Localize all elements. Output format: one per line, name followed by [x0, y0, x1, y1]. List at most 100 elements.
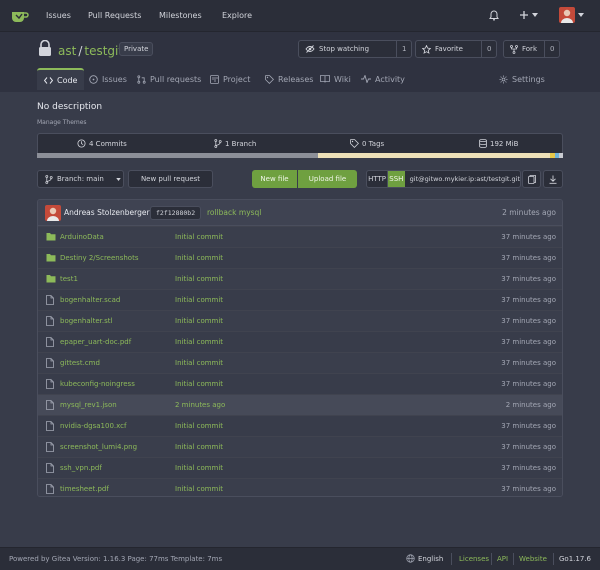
tab-code[interactable]: Code	[37, 68, 85, 90]
commit-message-link[interactable]: Initial commit	[175, 359, 223, 367]
new-file-label: New file	[260, 175, 289, 183]
commit-message-link[interactable]: Initial commit	[175, 443, 223, 451]
watch-button[interactable]: Stop watching 1	[298, 40, 413, 58]
bell-icon[interactable]	[489, 10, 499, 21]
http-button[interactable]: HTTP	[367, 171, 389, 187]
file-row[interactable]: kubeconfig-noingress Initial commit 37 min…	[38, 373, 562, 394]
file-row[interactable]: nvidia-dgsa100.xcf Initial commit 37 minut…	[38, 415, 562, 436]
commit-message-link[interactable]: Initial commit	[175, 464, 223, 472]
file-row[interactable]: mysql_rev1.json 2 minutes ago 2 minutes ag…	[38, 394, 562, 415]
nav-explore[interactable]: Explore	[222, 11, 252, 20]
chevron-down-icon[interactable]	[532, 13, 538, 17]
favorite-button[interactable]: Favorite 0	[415, 40, 498, 58]
file-name-link[interactable]: mysql_rev1.json	[60, 401, 117, 409]
favorite-label: Favorite	[435, 45, 463, 53]
commits-link[interactable]: 4 Commits	[77, 139, 127, 148]
tab-issues[interactable]: Issues	[82, 68, 134, 90]
file-name-link[interactable]: bogenhalter.stl	[60, 317, 112, 325]
tab-activity[interactable]: Activity	[354, 68, 412, 90]
chevron-down-icon[interactable]	[578, 13, 584, 17]
upload-file-button[interactable]: Upload file	[298, 170, 357, 188]
gitea-logo-icon[interactable]	[11, 9, 29, 23]
tab-code-label: Code	[57, 75, 78, 85]
file-row[interactable]: test1 Initial commit 37 minutes ago	[38, 268, 562, 289]
history-icon	[77, 139, 86, 148]
gear-icon	[499, 74, 508, 84]
nav-issues[interactable]: Issues	[46, 11, 71, 20]
file-row[interactable]: ArduinoData Initial commit 37 minutes ago	[38, 226, 562, 247]
file-name-link[interactable]: timesheet.pdf	[60, 485, 109, 493]
nav-milestones[interactable]: Milestones	[159, 11, 202, 20]
file-row[interactable]: Destiny 2/Screenshots Initial commit 37 mi…	[38, 247, 562, 268]
commit-message-link[interactable]: Initial commit	[175, 317, 223, 325]
branches-count: 1 Branch	[225, 139, 257, 148]
new-pull-request-button[interactable]: New pull request	[128, 170, 213, 188]
commit-message-link[interactable]: 2 minutes ago	[175, 401, 225, 409]
branches-link[interactable]: 1 Branch	[214, 139, 256, 148]
commit-message-link[interactable]: Initial commit	[175, 338, 223, 346]
footer-website-link[interactable]: Website	[519, 555, 547, 563]
footer-licenses-link[interactable]: Licenses	[459, 555, 489, 563]
repo-owner-link[interactable]: ast	[58, 44, 76, 58]
commit-message-link[interactable]: Initial commit	[175, 422, 223, 430]
commit-author[interactable]: Andreas Stolzenberger	[64, 208, 150, 217]
tab-releases[interactable]: Releases	[258, 68, 320, 90]
tab-project[interactable]: Project	[203, 68, 257, 90]
clone-url-input[interactable]: git@gitwo.mykier.ip:ast/testgit.git	[405, 175, 520, 183]
avatar[interactable]	[45, 205, 61, 221]
language-selector[interactable]: English	[418, 555, 443, 563]
file-name-link[interactable]: ssh_vpn.pdf	[60, 464, 102, 472]
file-name-link[interactable]: test1	[60, 275, 78, 283]
plus-icon[interactable]	[519, 10, 529, 20]
repo-name-link[interactable]: testgit	[84, 44, 123, 58]
file-row[interactable]: ssh_vpn.pdf Initial commit 37 minutes ago	[38, 457, 562, 478]
file-name-link[interactable]: gittest.cmd	[60, 359, 100, 367]
latest-commit-header: Andreas Stolzenberger f2f12880b2 rollbac…	[38, 200, 562, 226]
footer-go-version: Go1.17.6	[559, 555, 591, 563]
tab-settings[interactable]: Settings	[492, 68, 552, 90]
fork-button[interactable]: Fork 0	[503, 40, 561, 58]
file-row[interactable]: bogenhalter.stl Initial commit 37 minutes …	[38, 310, 562, 331]
commit-message-link[interactable]: Initial commit	[175, 296, 223, 304]
footer-api-link[interactable]: API	[497, 555, 508, 563]
file-row[interactable]: gittest.cmd Initial commit 37 minutes ago	[38, 352, 562, 373]
file-name-link[interactable]: epaper_uart-doc.pdf	[60, 338, 131, 346]
avatar[interactable]	[559, 7, 575, 23]
file-icon	[46, 463, 54, 473]
file-row[interactable]: screenshot_lumi4.png Initial commit 37 min…	[38, 436, 562, 457]
tab-wiki[interactable]: Wiki	[313, 68, 358, 90]
file-row[interactable]: bogenhalter.scad Initial commit 37 minutes…	[38, 289, 562, 310]
commit-message-link[interactable]: Initial commit	[175, 233, 223, 241]
commit-time: 2 minutes ago	[505, 401, 556, 409]
tag-icon	[265, 74, 274, 84]
new-file-button[interactable]: New file	[252, 170, 297, 188]
copy-url-button[interactable]	[522, 170, 541, 188]
file-name-link[interactable]: bogenhalter.scad	[60, 296, 120, 304]
favorite-count[interactable]: 0	[482, 41, 496, 57]
fork-count[interactable]: 0	[545, 41, 559, 57]
nav-pull-requests[interactable]: Pull Requests	[88, 11, 141, 20]
manage-themes-link[interactable]: Manage Themes	[37, 119, 87, 126]
lock-icon	[38, 40, 52, 57]
file-name-link[interactable]: Destiny 2/Screenshots	[60, 254, 138, 262]
ssh-button[interactable]: SSH	[388, 171, 405, 187]
watch-count[interactable]: 1	[397, 41, 411, 57]
file-name-link[interactable]: kubeconfig-noingress	[60, 380, 135, 388]
commit-message-link[interactable]: Initial commit	[175, 254, 223, 262]
globe-icon	[406, 554, 415, 563]
commit-message-link[interactable]: Initial commit	[175, 485, 223, 493]
file-name-link[interactable]: ArduinoData	[60, 233, 104, 241]
file-name-link[interactable]: screenshot_lumi4.png	[60, 443, 137, 451]
tags-link[interactable]: 0 Tags	[350, 139, 384, 148]
commit-message[interactable]: rollback mysql	[207, 208, 261, 217]
tab-pull-requests[interactable]: Pull requests	[130, 68, 208, 90]
commit-message-link[interactable]: Initial commit	[175, 380, 223, 388]
commit-message-link[interactable]: Initial commit	[175, 275, 223, 283]
file-row[interactable]: timesheet.pdf Initial commit 37 minutes ag…	[38, 478, 562, 496]
download-button[interactable]	[543, 170, 563, 188]
file-row[interactable]: epaper_uart-doc.pdf Initial commit 37 minu…	[38, 331, 562, 352]
file-name-link[interactable]: nvidia-dgsa100.xcf	[60, 422, 126, 430]
commit-sha-badge[interactable]: f2f12880b2	[150, 206, 202, 220]
repo-stats-bar: 4 Commits 1 Branch 0 Tags 192 MiB	[37, 133, 563, 153]
branch-dropdown[interactable]: Branch: main	[37, 170, 124, 188]
